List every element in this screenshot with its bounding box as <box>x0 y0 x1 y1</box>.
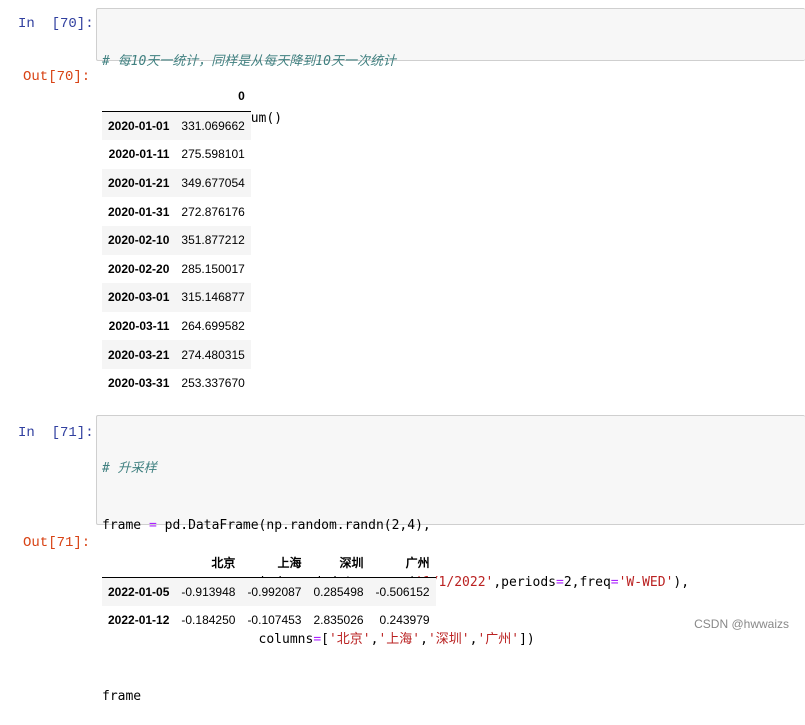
cell-value: 351.877212 <box>181 233 245 248</box>
code-operator: = <box>610 575 619 590</box>
column-header: 广州 <box>369 548 436 578</box>
cell-value: 315.146877 <box>181 290 245 305</box>
table-row: 2020-03-21 274.480315 <box>102 340 251 369</box>
cell70-in-prompt: In [70]: <box>18 16 94 32</box>
table-row: 2022-01-05 -0.913948 -0.992087 0.285498 … <box>102 577 436 607</box>
row-index: 2020-02-10 <box>108 233 170 248</box>
cell-value: 0.243979 <box>379 613 430 628</box>
cell-value: 285.150017 <box>181 261 245 276</box>
cell-value: 275.598101 <box>181 147 245 162</box>
table-row: 2020-03-01 315.146877 <box>102 283 251 312</box>
row-index: 2020-03-01 <box>108 290 170 305</box>
code-text: frame <box>102 689 142 704</box>
cell-value: 264.699582 <box>181 319 245 334</box>
code-operator: = <box>555 575 564 590</box>
code-text: ]) <box>519 632 535 647</box>
code-text: ), <box>673 575 690 590</box>
table-row: 2020-02-10 351.877212 <box>102 225 251 255</box>
column-header: 深圳 <box>307 548 370 578</box>
cell-value: 272.876176 <box>181 204 245 219</box>
code-operator: = <box>148 518 157 533</box>
table-row: 2020-03-11 264.699582 <box>102 312 251 341</box>
column-header: 北京 <box>175 548 242 578</box>
row-index: 2022-01-05 <box>108 584 170 599</box>
row-index: 2020-01-31 <box>108 204 170 219</box>
cell-value: 274.480315 <box>181 347 245 362</box>
code-comment: # 每10天一统计，同样是从每天降到10天一次统计 <box>102 54 396 69</box>
code-text: pd.DataFrame(np.random.randn(2,4), <box>156 518 431 533</box>
code-string: '广州' <box>477 632 520 647</box>
cell-value: 253.337670 <box>181 376 245 391</box>
code-text: 2,freq <box>563 575 611 590</box>
row-index: 2020-03-31 <box>108 376 170 391</box>
index-header <box>102 82 176 112</box>
cell-value: -0.992087 <box>247 584 302 599</box>
row-index: 2020-01-21 <box>108 176 170 191</box>
cell70-out-prompt: Out[70]: <box>23 69 91 85</box>
table-row: 2020-01-11 275.598101 <box>102 140 251 169</box>
cell71-code-editor[interactable]: # 升采样 frame = pd.DataFrame(np.random.ran… <box>96 415 805 704</box>
cell71-in-prompt: In [71]: <box>18 425 94 441</box>
cell-value: -0.913948 <box>181 584 236 599</box>
column-header: 0 <box>175 82 251 112</box>
cell-value: -0.506152 <box>375 584 430 599</box>
row-index: 2020-01-01 <box>108 118 170 133</box>
table-row: 2020-01-31 272.876176 <box>102 197 251 226</box>
code-text: ,periods <box>493 575 556 590</box>
table-row: 2020-01-01 331.069662 <box>102 111 251 141</box>
cell71-out-prompt: Out[71]: <box>23 535 91 551</box>
row-index: 2020-02-20 <box>108 261 170 276</box>
index-header <box>102 548 176 578</box>
watermark: CSDN @hwwaizs <box>694 617 789 631</box>
row-index: 2020-03-21 <box>108 347 170 362</box>
row-index: 2020-01-11 <box>108 147 170 162</box>
cell-value: -0.184250 <box>181 613 236 628</box>
table-row: 2020-01-21 349.677054 <box>102 168 251 198</box>
code-string: 'W-WED' <box>618 575 674 590</box>
code-text: frame <box>102 518 149 533</box>
table-row: 2020-03-31 253.337670 <box>102 369 251 398</box>
table-row: 2020-02-20 285.150017 <box>102 255 251 284</box>
cell-value: 0.285498 <box>313 584 364 599</box>
table-row: 2022-01-12 -0.184250 -0.107453 2.835026 … <box>102 606 436 635</box>
row-index: 2022-01-12 <box>108 613 170 628</box>
cell-value: 349.677054 <box>181 176 245 191</box>
column-header: 上海 <box>241 548 308 578</box>
row-index: 2020-03-11 <box>108 319 170 334</box>
cell70-output-table: 0 2020-01-01 331.069662 2020-01-11 275.598… <box>102 82 251 398</box>
cell70-code-editor[interactable]: # 每10天一统计，同样是从每天降到10天一次统计 t.resample('10… <box>96 8 805 126</box>
cell-value: 331.069662 <box>181 118 245 133</box>
cell71-output-table: 北京 上海 深圳 广州 2022-01-05 -0.913948 -0.9920… <box>102 548 436 635</box>
code-comment: # 升采样 <box>102 461 157 476</box>
cell-value: -0.107453 <box>247 613 302 628</box>
cell-value: 2.835026 <box>313 613 364 628</box>
